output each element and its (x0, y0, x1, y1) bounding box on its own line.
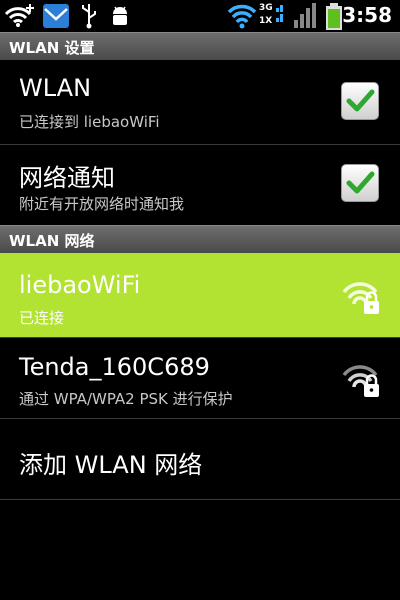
network-item-tenda[interactable]: Tenda_160C689 通过 WPA/WPA2 PSK 进行保护 (0, 338, 400, 418)
android-debug-icon (113, 6, 127, 25)
network-notify-title: 网络通知 (19, 164, 115, 192)
wifi-lock-icon (342, 282, 379, 314)
add-network-label: 添加 WLAN 网络 (19, 451, 203, 479)
divider (0, 499, 400, 500)
checkmark-icon (346, 89, 375, 112)
add-network-button[interactable]: 添加 WLAN 网络 (0, 419, 400, 499)
checkmark-icon (346, 171, 375, 194)
usb-icon (82, 4, 96, 29)
network-notify-subtitle: 附近有开放网络时通知我 (19, 195, 185, 213)
network-notify-checkbox[interactable] (341, 164, 379, 202)
settings-header: WLAN 设置 (0, 32, 400, 60)
network-item-liebaowifi[interactable]: liebaoWiFi 已连接 (0, 253, 400, 337)
wlan-toggle-subtitle: 已连接到 liebaoWiFi (19, 113, 160, 131)
wifi-plus-icon (4, 4, 34, 27)
cell-signal-icon (276, 3, 316, 28)
network-ssid: liebaoWiFi (19, 271, 141, 299)
networks-header-title: WLAN 网络 (9, 232, 95, 250)
wifi-icon (227, 4, 257, 29)
mail-icon (43, 4, 69, 28)
wlan-toggle-row[interactable]: WLAN 已连接到 liebaoWiFi (0, 60, 400, 144)
clock: 3:58 (342, 3, 392, 27)
settings-header-title: WLAN 设置 (9, 39, 95, 57)
network-ssid: Tenda_160C689 (19, 353, 210, 381)
wifi-lock-icon (342, 365, 379, 397)
network-notify-row[interactable]: 网络通知 附近有开放网络时通知我 (0, 145, 400, 225)
status-bar: 3G 1X 3:58 (0, 0, 400, 32)
network-status: 已连接 (19, 309, 65, 327)
wlan-toggle-title: WLAN (19, 74, 92, 102)
networks-header: WLAN 网络 (0, 225, 400, 253)
network-status: 通过 WPA/WPA2 PSK 进行保护 (19, 390, 233, 408)
wlan-checkbox[interactable] (341, 82, 379, 120)
